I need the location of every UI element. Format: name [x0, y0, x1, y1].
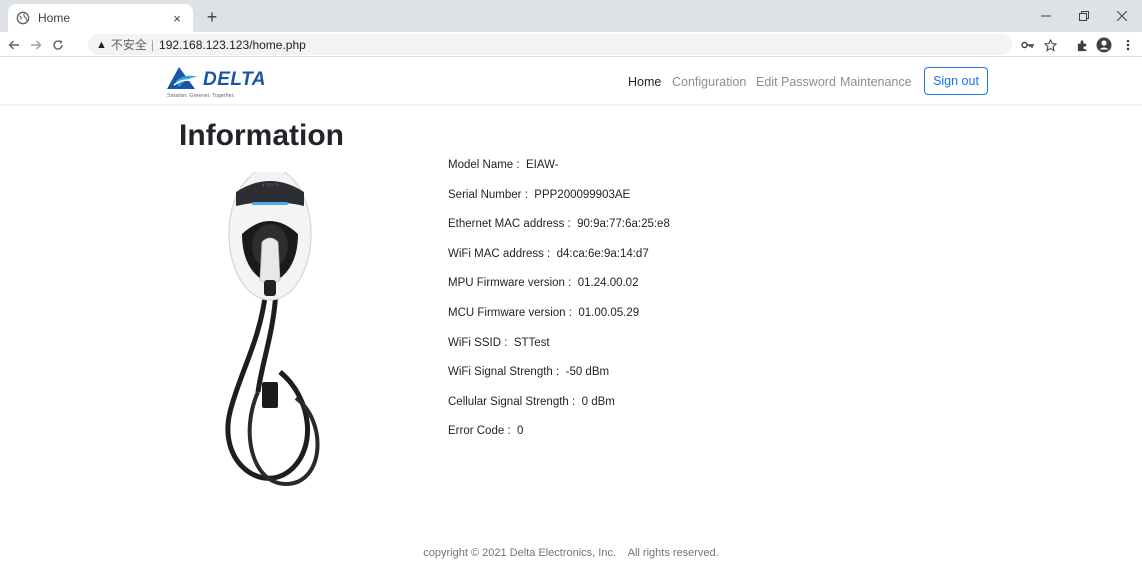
- info-row-wifi-signal: WiFi Signal Strength : -50 dBm: [448, 366, 610, 379]
- nav-edit-password[interactable]: Edit Password: [756, 75, 836, 89]
- info-value: -50 dBm: [565, 366, 610, 379]
- not-secure-label[interactable]: 不安全: [111, 36, 147, 53]
- tab-title: Home: [38, 11, 71, 25]
- url-text[interactable]: 192.168.123.123/home.php: [159, 38, 306, 52]
- close-window-icon[interactable]: [1102, 0, 1142, 32]
- footer-copyright: copyright © 2021 Delta Electronics, Inc.…: [423, 547, 719, 559]
- info-value: 01.00.05.29: [578, 306, 640, 319]
- url-separator: |: [150, 37, 155, 52]
- charger-image: ▲ DELTA: [200, 167, 340, 502]
- info-value: PPP200099903AE: [534, 188, 631, 201]
- new-tab-button[interactable]: +: [200, 6, 224, 28]
- forward-icon[interactable]: [26, 35, 46, 55]
- globe-icon: [16, 11, 30, 25]
- logo-tagline: Smarter. Greener. Together.: [167, 93, 235, 99]
- info-label: MPU Firmware version: [448, 277, 565, 290]
- info-label: WiFi Signal Strength: [448, 366, 553, 379]
- browser-tab[interactable]: Home ×: [8, 4, 193, 32]
- profile-icon[interactable]: [1094, 35, 1114, 55]
- minimize-icon[interactable]: [1026, 0, 1066, 32]
- info-value: 90:9a:77:6a:25:e8: [577, 218, 670, 231]
- reload-icon[interactable]: [48, 35, 68, 55]
- bookmark-star-icon[interactable]: [1040, 35, 1060, 55]
- nav-home[interactable]: Home: [628, 75, 661, 89]
- info-row-wifi-mac: WiFi MAC address : d4:ca:6e:9a:14:d7: [448, 247, 649, 260]
- info-label: MCU Firmware version: [448, 306, 566, 319]
- warning-icon: ▲: [96, 38, 107, 51]
- info-row-serial-number: Serial Number : PPP200099903AE: [448, 188, 631, 201]
- delta-logo[interactable]: DELTA Smarter. Greener. Together.: [165, 65, 267, 101]
- info-label: Cellular Signal Strength: [448, 395, 569, 408]
- restore-icon[interactable]: [1064, 0, 1104, 32]
- svg-text:▲ DELTA: ▲ DELTA: [261, 182, 279, 187]
- info-label: WiFi MAC address: [448, 247, 544, 260]
- info-row-mcu-firmware: MCU Firmware version : 01.00.05.29: [448, 306, 640, 319]
- info-value: 0 dBm: [581, 395, 615, 408]
- logo-brand-text: DELTA: [203, 69, 267, 90]
- page-title: Information: [179, 119, 344, 152]
- info-value: d4:ca:6e:9a:14:d7: [556, 247, 649, 260]
- info-row-wifi-ssid: WiFi SSID : STTest: [448, 336, 550, 349]
- info-label: Ethernet MAC address: [448, 218, 565, 231]
- info-list: Model Name : EIAW- Serial Number : PPP20…: [448, 157, 670, 453]
- info-row-mpu-firmware: MPU Firmware version : 01.24.00.02: [448, 277, 639, 290]
- info-label: WiFi SSID: [448, 336, 502, 349]
- delta-triangle-icon: [167, 67, 198, 89]
- browser-tabstrip: Home × +: [0, 0, 1142, 32]
- info-label: Error Code: [448, 425, 505, 438]
- browser-toolbar: ▲ 不安全 | 192.168.123.123/home.php: [0, 32, 1142, 57]
- back-icon[interactable]: [4, 35, 24, 55]
- info-value: 01.24.00.02: [577, 277, 639, 290]
- info-value: EIAW-: [525, 159, 559, 171]
- nav-maintenance[interactable]: Maintenance: [840, 75, 912, 89]
- tab-close-icon[interactable]: ×: [169, 11, 185, 26]
- address-bar[interactable]: ▲ 不安全 | 192.168.123.123/home.php: [88, 34, 1012, 55]
- info-row-error-code: Error Code : 0: [448, 425, 524, 438]
- info-row-ethernet-mac: Ethernet MAC address : 90:9a:77:6a:25:e8: [448, 218, 670, 231]
- extensions-icon[interactable]: [1072, 35, 1092, 55]
- info-row-cellular-signal: Cellular Signal Strength : 0 dBm: [448, 395, 615, 408]
- site-navbar: DELTA Smarter. Greener. Together. Home C…: [0, 58, 1142, 105]
- info-value: STTest: [513, 336, 550, 349]
- info-value: 0: [517, 425, 524, 438]
- info-row-model-name: Model Name : EIAW-: [448, 159, 559, 171]
- key-icon[interactable]: [1018, 35, 1038, 55]
- nav-configuration[interactable]: Configuration: [672, 75, 746, 89]
- sign-out-button[interactable]: Sign out: [924, 67, 988, 95]
- info-label: Serial Number: [448, 188, 522, 201]
- menu-kebab-icon[interactable]: [1118, 35, 1138, 55]
- info-label: Model Name: [448, 159, 514, 171]
